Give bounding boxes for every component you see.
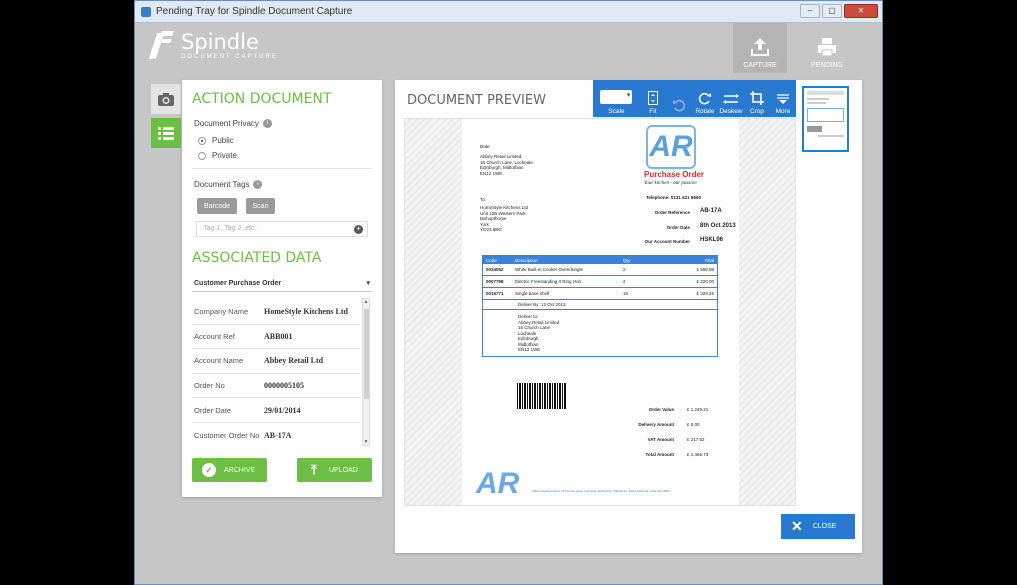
app-icon (141, 6, 151, 17)
doc-from-address: Abbey Retail Limited 16 Church Lane, Loch… (480, 154, 533, 176)
nav-pending-label: PENDING (811, 62, 843, 69)
app-header: Spindle DOCUMENT CAPTURE CAPTURE PENDING (135, 23, 882, 73)
doc-to-label: To: (480, 197, 487, 202)
rotate-icon (698, 92, 711, 105)
data-row[interactable]: Company Name HomeStyle Kitchens Ltd (192, 300, 360, 325)
info-icon[interactable]: i (253, 180, 263, 190)
privacy-option-private[interactable]: Private (198, 151, 237, 160)
doc-item-row: 0007798 Electric Freestanding 3 Ring Hob 2… (483, 276, 717, 288)
doc-deliver-to: Deliver to: Abbey Retail Limited 16 Church… (518, 314, 560, 352)
tag-input[interactable]: Tag 1, Tag 2, etc... + (196, 221, 368, 237)
doc-item-row: 0034052 White Built-in Cooker Oven/Single… (483, 264, 717, 276)
doc-date-label: Date: (480, 144, 491, 149)
document-page: Date: Abbey Retail Limited 16 Church Lane… (462, 119, 739, 505)
tag-scan-button[interactable]: Scan (246, 198, 275, 214)
data-row[interactable]: Order Date 29/01/2014 (192, 398, 360, 423)
preview-panel: DOCUMENT PREVIEW Date: Abbey Retail Limi… (395, 80, 862, 553)
doc-to-address: HomeStyle Kitchens Ltd Unit 12B Western P… (480, 205, 529, 232)
privacy-option-public[interactable]: Public (198, 136, 234, 145)
data-row[interactable]: Account Ref ABB001 (192, 325, 360, 350)
data-row[interactable]: Account Name Abbey Retail Ltd (192, 349, 360, 374)
logo-name: Spindle (181, 30, 259, 54)
doc-telephone: Telephone: 0131 621 8660 (646, 195, 701, 200)
doc-heading: Purchase Order (644, 170, 705, 179)
upload-tray-icon (751, 38, 769, 56)
doc-deliver-by: Deliver By: 12 Oct 2013 (483, 300, 717, 310)
doc-barcode (517, 383, 567, 409)
undo-icon (672, 99, 685, 112)
associated-data-title: ASSOCIATED DATA (192, 250, 322, 266)
doc-tagline: Your kitchen - our passion (644, 181, 697, 186)
list-icon (158, 127, 174, 140)
doc-items-table: Code Description Qty Total 0034052 White Bui… (482, 255, 718, 357)
crop-tool[interactable]: Crop (744, 80, 770, 117)
data-row[interactable]: Order No 0000005105 (192, 374, 360, 399)
radio-selected-icon (198, 136, 206, 145)
doc-footer-logo: AR (476, 467, 520, 500)
deskew-icon (722, 94, 739, 104)
crop-icon (749, 91, 764, 105)
logo-subtitle: DOCUMENT CAPTURE (181, 54, 278, 60)
upload-button[interactable]: ⤒ UPLOAD (297, 458, 372, 482)
radio-icon (198, 151, 206, 160)
maximize-button[interactable]: ▢ (822, 4, 842, 18)
window-title: Pending Tray for Spindle Document Captur… (156, 6, 353, 17)
printer-icon (818, 38, 836, 57)
more-tool[interactable]: More (770, 80, 796, 117)
action-panel: ACTION DOCUMENT Document Privacy i Public… (182, 80, 382, 497)
close-preview-button[interactable]: ✕ CLOSE (781, 514, 855, 539)
tag-barcode-button[interactable]: Barcode (197, 198, 237, 214)
nav-capture-label: CAPTURE (743, 62, 777, 69)
data-type-select[interactable]: Customer Purchase Order (192, 277, 372, 292)
doc-item-row: 0016771 Single base shelf 15 £ 329.25 (483, 288, 717, 300)
more-icon (777, 94, 790, 104)
minimize-button[interactable]: – (800, 4, 820, 18)
nav-capture-button[interactable]: CAPTURE (733, 23, 787, 73)
divider (192, 168, 372, 169)
fit-tool[interactable]: Fit (640, 80, 666, 117)
document-canvas[interactable]: Date: Abbey Retail Limited 16 Church Lane… (404, 118, 796, 506)
check-icon: ✓ (202, 463, 216, 477)
rotate-tool[interactable]: Rotate (692, 80, 718, 117)
scroll-up-icon: ▲ (363, 299, 369, 305)
action-document-title: ACTION DOCUMENT (192, 91, 332, 107)
data-scrollbar[interactable]: ▲ ▼ (362, 298, 370, 446)
privacy-label: Document Privacy i (194, 119, 272, 129)
camera-tab[interactable] (151, 84, 181, 114)
deskew-tool[interactable]: Deskew (718, 80, 744, 117)
camera-icon (158, 92, 174, 106)
window-controls: – ▢ ✕ (800, 4, 878, 18)
app-window: Pending Tray for Spindle Document Captur… (134, 0, 883, 585)
spindle-logo-icon (148, 31, 175, 61)
logo: Spindle DOCUMENT CAPTURE (148, 30, 278, 61)
scale-tool[interactable]: Scale (593, 80, 640, 117)
data-row[interactable]: Customer Order No AB-17A (192, 423, 360, 448)
title-bar: Pending Tray for Spindle Document Captur… (135, 1, 882, 23)
scroll-down-icon: ▼ (363, 439, 369, 445)
list-tab[interactable] (151, 118, 181, 148)
preview-title: DOCUMENT PREVIEW (407, 93, 546, 108)
add-tag-icon[interactable]: + (354, 225, 363, 234)
scale-select[interactable] (600, 90, 633, 104)
nav-pending-button[interactable]: PENDING (800, 23, 854, 73)
window-close-button[interactable]: ✕ (844, 4, 878, 18)
associated-data-list: Company Name HomeStyle Kitchens Ltd Accou… (192, 300, 360, 448)
tags-label: Document Tags i (194, 180, 263, 190)
archive-button[interactable]: ✓ ARCHIVE (192, 458, 267, 482)
scroll-thumb[interactable] (364, 309, 369, 399)
upload-arrow-icon: ⤒ (311, 462, 317, 477)
undo-tool[interactable] (666, 80, 692, 117)
preview-toolbar: Scale Fit Rotate Deskew Crop (593, 80, 796, 117)
doc-logo-icon: AR (646, 125, 696, 169)
fit-icon (647, 91, 658, 105)
doc-footer-text: Abbey Retail Limited, 16 Church Lane, Lo… (532, 489, 670, 493)
info-icon[interactable]: i (262, 119, 272, 129)
page-thumbnail[interactable] (802, 86, 849, 152)
close-icon: ✕ (791, 518, 803, 534)
